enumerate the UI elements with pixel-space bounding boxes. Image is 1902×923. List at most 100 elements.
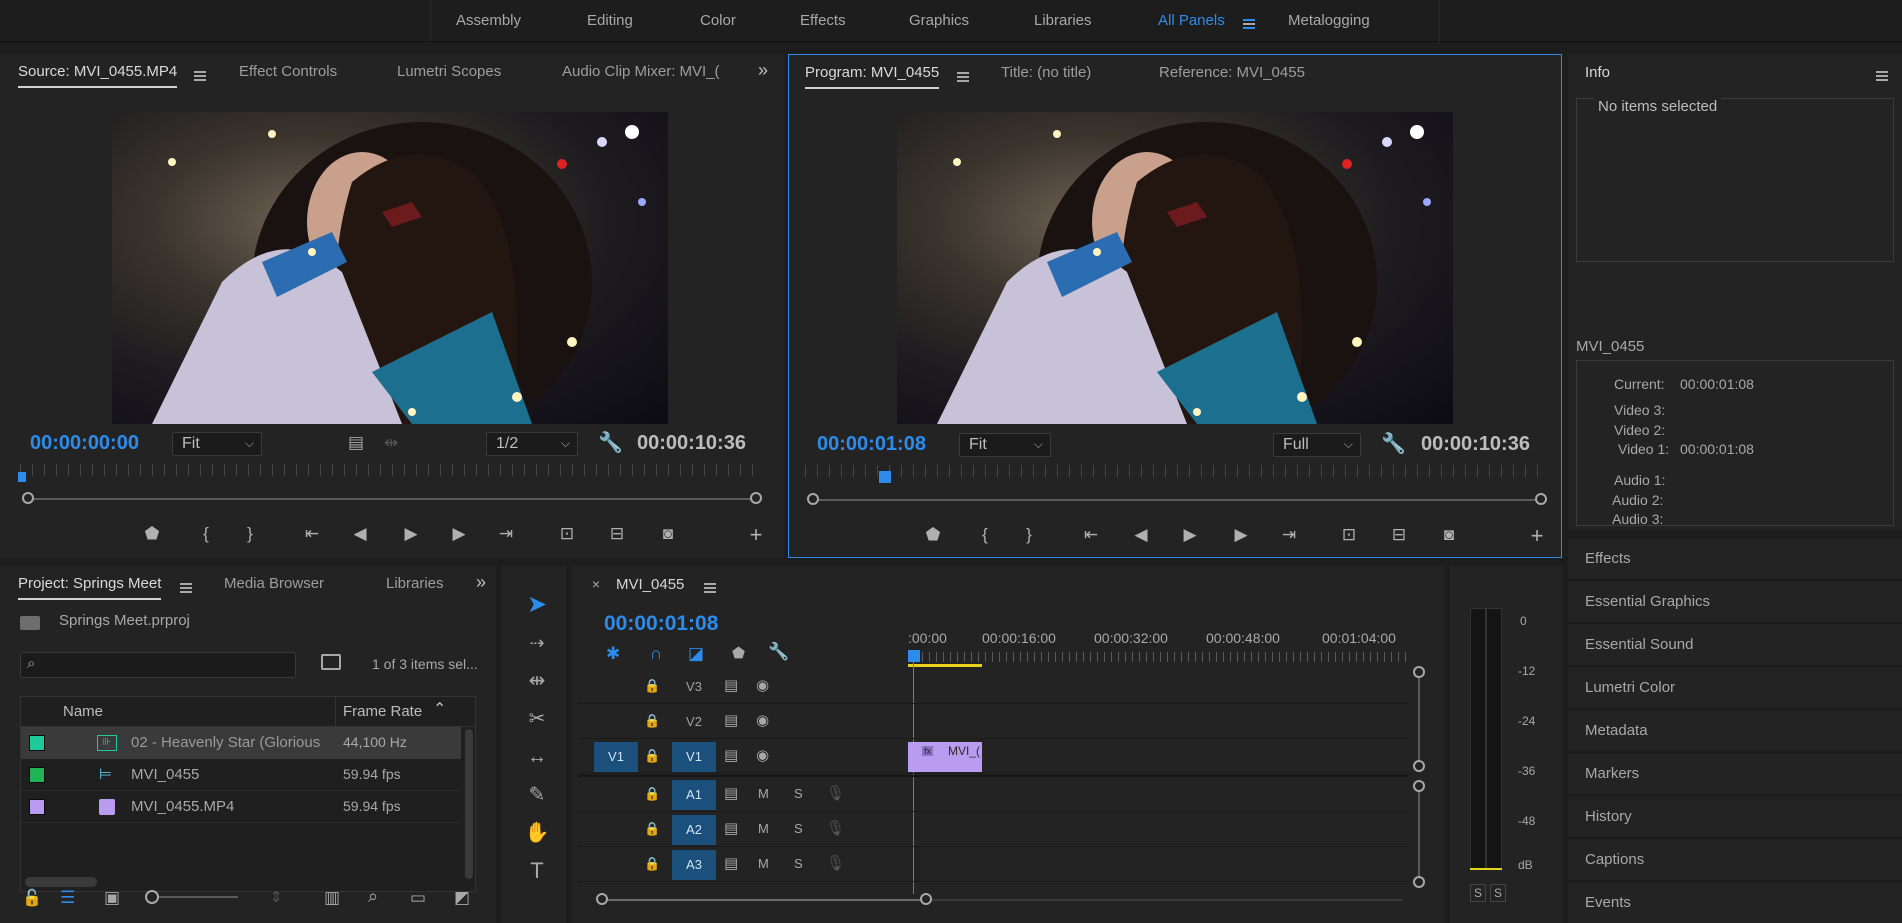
source-menu-icon[interactable]	[194, 68, 206, 85]
close-icon[interactable]: ×	[592, 576, 600, 592]
slip-tool-icon[interactable]: ↔	[522, 742, 552, 772]
list-item[interactable]: ⊪ 02 - Heavenly Star (Glorious 44,100 Hz	[21, 727, 461, 759]
new-item-icon[interactable]: ◩	[454, 888, 470, 908]
zoom-slider-knob[interactable]	[145, 890, 159, 904]
timeline-zoom-left-handle[interactable]	[596, 893, 608, 905]
workspace-assembly[interactable]: Assembly	[456, 12, 521, 29]
list-vertical-scrollbar[interactable]	[465, 729, 473, 879]
solo-right-button[interactable]: S	[1490, 884, 1506, 902]
tab-audio-clip-mixer[interactable]: Audio Clip Mixer: MVI_(	[562, 54, 726, 90]
workspace-graphics[interactable]: Graphics	[909, 12, 969, 29]
audio-scroll-bottom-handle[interactable]	[1413, 876, 1425, 888]
tab-libraries[interactable]: Libraries	[386, 566, 444, 602]
mute-button[interactable]: M	[758, 856, 769, 871]
solo-left-button[interactable]: S	[1470, 884, 1486, 902]
source-zoom-right-handle[interactable]	[750, 492, 762, 504]
go-to-in-icon[interactable]: ⇤	[1077, 525, 1105, 545]
solo-button[interactable]: S	[794, 821, 803, 836]
find-icon[interactable]: ⌕	[368, 886, 378, 907]
pen-tool-icon[interactable]: ✎	[522, 780, 552, 810]
extract-icon[interactable]: ⊟	[1385, 525, 1413, 545]
mic-icon[interactable]: 🎙	[826, 784, 845, 802]
panel-effects[interactable]: Effects	[1568, 537, 1902, 579]
video-scroll-top-handle[interactable]	[1413, 666, 1425, 678]
panel-captions[interactable]: Captions	[1568, 838, 1902, 880]
automate-icon[interactable]: ▥	[324, 888, 340, 908]
label-color-swatch[interactable]	[29, 735, 45, 751]
work-area-bar[interactable]	[908, 664, 982, 667]
workspace-all-panels[interactable]: All Panels	[1158, 12, 1225, 29]
program-timecode[interactable]: 00:00:01:08	[817, 433, 926, 456]
hand-tool-icon[interactable]: ✋	[522, 818, 552, 848]
go-to-in-icon[interactable]: ⇤	[298, 524, 326, 544]
column-divider[interactable]	[335, 697, 336, 727]
magnet-icon[interactable]: ∩	[650, 644, 662, 664]
overwrite-icon[interactable]: ⊟	[603, 524, 631, 544]
razor-tool-icon[interactable]: ✂	[522, 704, 552, 734]
export-frame-icon[interactable]: ◙	[1435, 525, 1463, 545]
column-name[interactable]: Name	[63, 703, 103, 720]
list-item[interactable]: ⊨ MVI_0455 59.94 fps	[21, 759, 461, 791]
tab-lumetri-scopes[interactable]: Lumetri Scopes	[397, 54, 501, 90]
add-marker-icon[interactable]: ⬟	[732, 644, 745, 662]
overflow-chevron-icon[interactable]: »	[476, 572, 486, 593]
lock-icon[interactable]: 🔒	[644, 786, 660, 802]
source-patch-v1[interactable]: V1	[594, 742, 638, 772]
sync-lock-icon[interactable]: ▤	[724, 784, 738, 802]
program-playhead[interactable]	[879, 471, 891, 483]
sequence-tab[interactable]: MVI_0455	[616, 576, 684, 593]
insert-icon[interactable]: ⊡	[553, 524, 581, 544]
source-resolution-dropdown[interactable]: 1/2 ⌵	[486, 432, 578, 456]
sync-lock-icon[interactable]: ▤	[724, 854, 738, 872]
panel-events[interactable]: Events	[1568, 881, 1902, 923]
mic-icon[interactable]: 🎙	[826, 854, 845, 872]
sync-lock-icon[interactable]: ▤	[724, 711, 738, 729]
track-label-a2[interactable]: A2	[672, 815, 716, 845]
icon-view-icon[interactable]: ▣	[104, 888, 120, 908]
track-label-v1[interactable]: V1	[672, 742, 716, 772]
track-label-v2[interactable]: V2	[672, 707, 716, 737]
tab-title[interactable]: Title: (no title)	[1001, 55, 1091, 91]
panel-markers[interactable]: Markers	[1568, 752, 1902, 794]
sort-icon[interactable]: ⇕	[270, 888, 283, 906]
lock-icon[interactable]: 🔒	[644, 748, 660, 764]
panel-essential-graphics[interactable]: Essential Graphics	[1568, 580, 1902, 622]
panel-essential-sound[interactable]: Essential Sound	[1568, 623, 1902, 665]
eye-icon[interactable]: ◉	[756, 711, 769, 729]
tab-media-browser[interactable]: Media Browser	[224, 566, 324, 602]
mute-button[interactable]: M	[758, 786, 769, 801]
list-item[interactable]: MVI_0455.MP4 59.94 fps	[21, 791, 461, 823]
mark-in-icon[interactable]: {	[971, 525, 999, 545]
mark-out-icon[interactable]: }	[236, 524, 264, 544]
timeline-playhead-handle[interactable]	[908, 650, 920, 662]
play-icon[interactable]: ▶	[1176, 525, 1204, 545]
workspace-menu-icon[interactable]	[1243, 16, 1255, 33]
lift-icon[interactable]: ⊡	[1335, 525, 1363, 545]
lock-icon[interactable]: 🔒	[644, 678, 660, 694]
program-resolution-dropdown[interactable]: Full ⌵	[1273, 433, 1361, 457]
workspace-metalogging[interactable]: Metalogging	[1288, 12, 1370, 29]
tab-source[interactable]: Source: MVI_0455.MP4	[18, 54, 178, 90]
workspace-effects[interactable]: Effects	[800, 12, 846, 29]
lock-icon[interactable]: 🔓	[22, 888, 42, 908]
track-select-tool-icon[interactable]: ⇢	[522, 628, 552, 658]
source-zoom-left-handle[interactable]	[22, 492, 34, 504]
project-search-input[interactable]: ⌕	[20, 652, 296, 678]
step-back-icon[interactable]: ◀︎	[346, 524, 374, 544]
workspace-libraries[interactable]: Libraries	[1034, 12, 1092, 29]
audio-scroll-top-handle[interactable]	[1413, 780, 1425, 792]
mark-out-icon[interactable]: }	[1015, 525, 1043, 545]
mark-in-icon[interactable]: {	[192, 524, 220, 544]
sync-lock-icon[interactable]: ▤	[724, 746, 738, 764]
step-back-icon[interactable]: ◀︎	[1127, 525, 1155, 545]
solo-button[interactable]: S	[794, 786, 803, 801]
wrench-icon[interactable]: 🔧	[1381, 431, 1406, 456]
mic-icon[interactable]: 🎙	[826, 819, 845, 837]
add-button-icon[interactable]: +	[742, 522, 770, 548]
play-icon[interactable]: ▶	[397, 524, 425, 544]
tab-reference[interactable]: Reference: MVI_0455	[1159, 55, 1305, 91]
eye-icon[interactable]: ◉	[756, 746, 769, 764]
add-button-icon[interactable]: +	[1523, 523, 1551, 549]
timeline-zoom-bar[interactable]	[602, 899, 924, 901]
program-menu-icon[interactable]	[957, 69, 969, 86]
